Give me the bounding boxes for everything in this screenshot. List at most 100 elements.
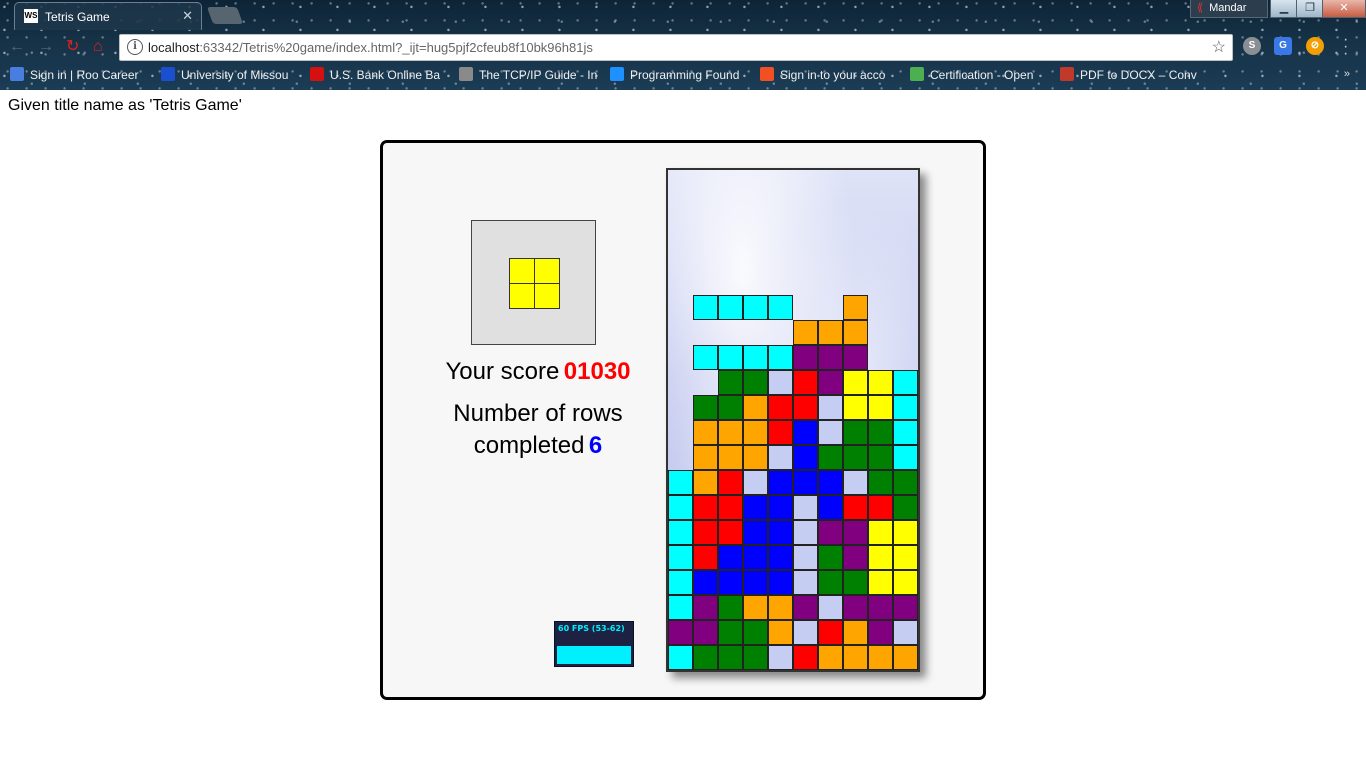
board-cell-s-block: [718, 645, 743, 670]
board-cell-l-block: [843, 295, 868, 320]
board-cell-o-block: [893, 545, 918, 570]
info-icon[interactable]: i: [127, 39, 143, 55]
tab-title: Tetris Game: [45, 10, 110, 24]
bookmark-item[interactable]: U.S. Bank Online Ba: [310, 67, 448, 84]
bookmark-item[interactable]: Sign in to your acco: [760, 67, 898, 84]
next-piece-preview: [471, 220, 596, 345]
board-cell-i-block: [668, 645, 693, 670]
board-cell-s-block: [818, 545, 843, 570]
fps-meter: 60 FPS (53-62): [554, 621, 634, 667]
bookmark-favicon-icon: [910, 67, 924, 81]
bookmark-item[interactable]: PDF to DOCX – Conv: [1060, 67, 1198, 84]
url-path: :63342/Tetris%20game/index.html?_ijt=hug…: [199, 40, 593, 55]
star-icon[interactable]: ☆: [1212, 37, 1226, 57]
board-cell-s-block: [718, 595, 743, 620]
board-cell-i-block: [768, 345, 793, 370]
menu-icon[interactable]: · · ·: [1343, 32, 1348, 62]
browser-tab[interactable]: WS Tetris Game ✕: [14, 2, 202, 30]
board-cell-i-block: [893, 445, 918, 470]
board-cell-s-block: [718, 370, 743, 395]
board-cell-o-block: [868, 395, 893, 420]
board-cell-l-block: [743, 595, 768, 620]
board-cell-ghost-block: [793, 495, 818, 520]
board-cell-z-block: [768, 420, 793, 445]
board-cell-ghost-block: [818, 395, 843, 420]
board-cell-z-block: [718, 495, 743, 520]
bookmark-favicon-icon: [10, 67, 24, 81]
board-cell-j-block: [768, 545, 793, 570]
bookmark-item[interactable]: Certification - Open: [910, 67, 1048, 84]
board-cell-t-block: [868, 620, 893, 645]
extension-skype-icon[interactable]: S: [1243, 37, 1261, 55]
score-label: Your score: [445, 358, 560, 385]
board-cell-l-block: [818, 320, 843, 345]
board-cell-ghost-block: [768, 445, 793, 470]
board-cell-l-block: [893, 645, 918, 670]
board-cell-t-block: [693, 620, 718, 645]
extension-translate-icon[interactable]: G: [1274, 37, 1292, 55]
bookmark-item[interactable]: University of Missou: [161, 67, 299, 84]
board-cell-l-block: [843, 620, 868, 645]
back-icon[interactable]: ←: [9, 37, 25, 57]
home-icon[interactable]: ⌂: [93, 37, 103, 57]
tetris-board[interactable]: [666, 168, 920, 672]
bookmark-item[interactable]: Sign in | Roo Career: [10, 67, 148, 84]
tab-favicon-icon: WS: [24, 9, 38, 23]
board-cell-s-block: [893, 470, 918, 495]
rows-display: Number of rows completed 6: [383, 400, 693, 460]
board-cell-i-block: [893, 395, 918, 420]
score-display: Your score 01030: [383, 358, 693, 386]
board-cell-t-block: [818, 370, 843, 395]
board-cell-o-block: [843, 395, 868, 420]
rows-label-line2: completed: [473, 432, 585, 459]
board-cell-j-block: [818, 495, 843, 520]
fps-bar: [557, 646, 631, 664]
board-cell-s-block: [893, 495, 918, 520]
board-cell-t-block: [868, 595, 893, 620]
bookmarks-bar: Sign in | Roo Career University of Missou…: [0, 64, 1366, 86]
board-cell-l-block: [693, 470, 718, 495]
board-cell-l-block: [868, 645, 893, 670]
board-cell-i-block: [668, 520, 693, 545]
new-tab-button[interactable]: [206, 7, 244, 24]
board-cell-s-block: [743, 645, 768, 670]
board-cell-ghost-block: [793, 520, 818, 545]
board-cell-ghost-block: [818, 420, 843, 445]
board-cell-j-block: [768, 520, 793, 545]
user-profile-chip[interactable]: ⟪ Mandar: [1190, 0, 1268, 18]
board-cell-l-block: [743, 395, 768, 420]
bookmark-item[interactable]: Programming Found: [610, 67, 748, 84]
game-frame: Your score 01030 Number of rows complete…: [380, 140, 986, 700]
board-cell-z-block: [793, 370, 818, 395]
board-cell-z-block: [718, 520, 743, 545]
reload-icon[interactable]: ↻: [66, 37, 79, 57]
board-cell-i-block: [668, 595, 693, 620]
bookmark-favicon-icon: [610, 67, 624, 81]
board-cell-j-block: [718, 570, 743, 595]
board-cell-i-block: [768, 295, 793, 320]
board-cell-j-block: [793, 470, 818, 495]
board-cell-j-block: [718, 545, 743, 570]
extension-compass-icon[interactable]: ⊘: [1306, 37, 1324, 55]
url-host: localhost: [148, 40, 200, 55]
board-cell-z-block: [818, 620, 843, 645]
bookmark-item[interactable]: The TCP/IP Guide - In: [459, 67, 597, 84]
address-bar[interactable]: i localhost:63342/Tetris%20game/index.ht…: [119, 34, 1233, 61]
board-cell-s-block: [868, 445, 893, 470]
url-text[interactable]: localhost:63342/Tetris%20game/index.html…: [148, 40, 593, 55]
board-cell-ghost-block: [768, 645, 793, 670]
forward-icon[interactable]: →: [38, 37, 54, 57]
board-cell-i-block: [893, 420, 918, 445]
board-cell-ghost-block: [843, 470, 868, 495]
minimize-button[interactable]: ▁: [1270, 0, 1298, 18]
restore-button[interactable]: ❐: [1296, 0, 1324, 18]
rows-value: 6: [588, 432, 603, 459]
bookmark-label: Sign in to your acco: [780, 68, 886, 82]
board-cell-o-block: [893, 570, 918, 595]
board-cell-l-block: [743, 445, 768, 470]
board-cell-j-block: [743, 570, 768, 595]
close-window-button[interactable]: ✕: [1322, 0, 1366, 18]
bookmarks-more-icon[interactable]: »: [1344, 68, 1350, 80]
board-cell-j-block: [693, 570, 718, 595]
tab-close-icon[interactable]: ✕: [182, 8, 193, 24]
